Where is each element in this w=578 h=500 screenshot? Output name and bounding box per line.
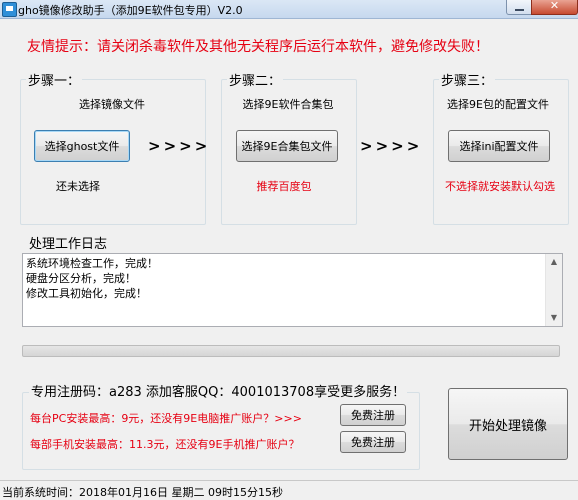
step-one-status: 还未选择 — [56, 180, 100, 193]
minimize-icon — [515, 9, 524, 11]
log-line: 硬盘分区分析，完成！ — [26, 272, 136, 285]
step-one-title: 步骤一： — [26, 70, 83, 89]
select-ghost-file-button[interactable]: 选择ghost文件 — [34, 130, 130, 162]
select-9e-package-button[interactable]: 选择9E合集包文件 — [236, 130, 338, 162]
mobile-promo-link[interactable]: 每部手机安装最高：11.3元，还没有9E手机推广账户？ — [30, 436, 299, 452]
step-arrow-2: >>>> — [360, 137, 423, 155]
step-two-description: 选择9E软件合集包 — [242, 98, 334, 111]
progress-bar — [22, 345, 560, 357]
step-arrow-1: >>>> — [148, 137, 211, 155]
app-icon — [2, 2, 17, 17]
step-two-status: 推荐百度包 — [256, 180, 312, 193]
registration-heading: 专用注册码：a283 添加客服QQ：4001013708享受更多服务！ — [29, 381, 408, 400]
pc-promo-link[interactable]: 每台PC安装最高：9元，还没有9E电脑推广账户？>>> — [30, 410, 302, 426]
log-scrollbar[interactable]: ▲ ▼ — [545, 254, 562, 326]
log-lines: 系统环境检查工作，完成！ 硬盘分区分析，完成！ 修改工具初始化，完成！ — [26, 256, 158, 301]
log-textarea[interactable]: 系统环境检查工作，完成！ 硬盘分区分析，完成！ 修改工具初始化，完成！ ▲ ▼ — [22, 253, 563, 327]
scroll-up-icon[interactable]: ▲ — [546, 254, 562, 270]
log-line: 系统环境检查工作，完成！ — [26, 257, 158, 270]
step-two-title: 步骤二： — [227, 70, 284, 89]
warning-notice: 友情提示：请关闭杀毒软件及其他无关程序后运行本软件，避免修改失败！ — [27, 39, 489, 55]
step-three-status: 不选择就安装默认勾选 — [445, 180, 555, 193]
log-line: 修改工具初始化，完成！ — [26, 287, 147, 300]
step-three-description: 选择9E包的配置文件 — [447, 98, 549, 111]
window-title: gho镜像修改助手（添加9E软件包专用）V2.0 — [18, 4, 243, 17]
close-button[interactable]: ✕ — [531, 0, 578, 15]
system-time-status: 当前系统时间：2018年01月16日 星期二 09时15分15秒 — [2, 486, 283, 499]
step-three-title: 步骤三： — [439, 70, 496, 89]
log-title: 处理工作日志 — [27, 233, 110, 252]
register-pc-button[interactable]: 免费注册 — [340, 404, 406, 426]
minimize-button[interactable] — [506, 0, 532, 15]
step-one-description: 选择镜像文件 — [79, 98, 145, 111]
start-processing-button[interactable]: 开始处理镜像 — [448, 388, 568, 460]
close-icon: ✕ — [549, 0, 560, 12]
scroll-down-icon[interactable]: ▼ — [546, 310, 562, 326]
select-ini-config-button[interactable]: 选择ini配置文件 — [448, 130, 550, 162]
register-mobile-button[interactable]: 免费注册 — [340, 431, 406, 453]
